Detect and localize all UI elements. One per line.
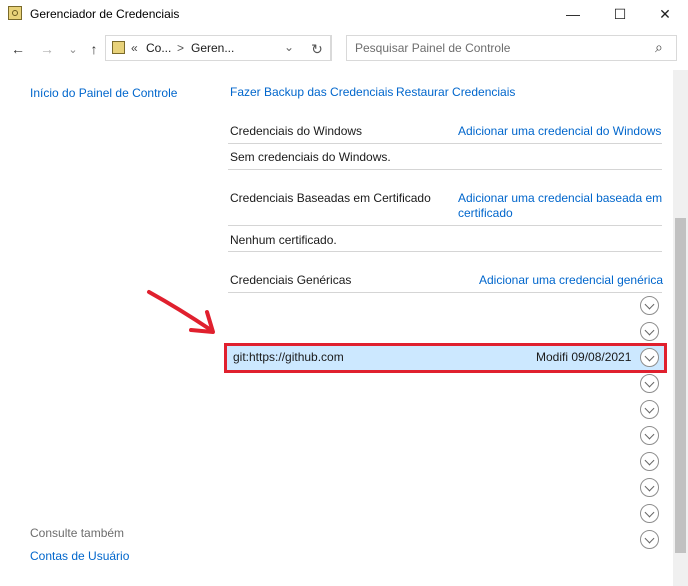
expand-credential-chevron-icon[interactable] xyxy=(640,452,659,471)
section-divider xyxy=(228,143,662,144)
expand-credential-chevron-icon[interactable] xyxy=(640,322,659,341)
minimize-button[interactable]: — xyxy=(550,0,596,28)
annotation-arrow-icon xyxy=(147,290,215,334)
expand-credential-chevron-icon[interactable] xyxy=(640,426,659,445)
control-panel-icon xyxy=(112,41,125,54)
up-arrow-icon[interactable]: ↑ xyxy=(84,38,104,60)
scrollbar-thumb[interactable] xyxy=(675,218,686,553)
expand-credential-chevron-icon[interactable] xyxy=(640,530,659,549)
window-title: Gerenciador de Credenciais xyxy=(30,7,180,21)
sidebar-home-link[interactable]: Início do Painel de Controle xyxy=(30,86,177,100)
generic-credentials-heading: Credenciais Genéricas xyxy=(230,273,352,287)
breadcrumb-overflow[interactable]: « xyxy=(131,41,138,55)
address-divider xyxy=(331,35,332,61)
section-divider xyxy=(228,225,662,226)
section-divider xyxy=(228,251,662,252)
recent-locations-chevron-icon[interactable]: ⌄ xyxy=(63,38,83,60)
title-bar: Gerenciador de Credenciais — ☐ ✕ xyxy=(0,0,688,30)
breadcrumb-separator: > xyxy=(177,41,185,55)
expand-credential-chevron-icon[interactable] xyxy=(640,478,659,497)
add-windows-credential-link[interactable]: Adicionar uma credencial do Windows xyxy=(458,124,661,138)
search-input[interactable] xyxy=(355,40,645,56)
back-arrow-icon[interactable]: ← xyxy=(8,38,28,60)
search-box[interactable]: ⌕ xyxy=(346,35,677,61)
refresh-icon[interactable]: ↻ xyxy=(307,38,327,60)
expand-credential-chevron-icon[interactable] xyxy=(640,296,659,315)
section-divider xyxy=(228,292,662,293)
breadcrumb-credential-manager[interactable]: Geren... xyxy=(191,41,234,55)
breadcrumb-control-panel[interactable]: Co... xyxy=(146,41,171,55)
certificate-credentials-heading: Credenciais Baseadas em Certificado xyxy=(230,191,431,205)
see-also-heading: Consulte também xyxy=(30,526,125,540)
restore-credentials-link[interactable]: Restaurar Credenciais xyxy=(396,85,515,99)
annotation-highlight-box xyxy=(224,343,667,373)
section-divider xyxy=(228,169,662,170)
add-certificate-credential-link-line2[interactable]: certificado xyxy=(458,206,513,220)
expand-credential-chevron-icon[interactable] xyxy=(640,400,659,419)
search-icon[interactable]: ⌕ xyxy=(655,39,663,56)
add-certificate-credential-link[interactable]: Adicionar uma credencial baseada em xyxy=(458,191,662,205)
windows-credentials-heading: Credenciais do Windows xyxy=(230,124,363,138)
maximize-button[interactable]: ☐ xyxy=(597,0,643,28)
forward-arrow-icon[interactable]: → xyxy=(37,38,57,60)
expand-credential-chevron-icon[interactable] xyxy=(640,374,659,393)
user-accounts-link[interactable]: Contas de Usuário xyxy=(30,549,129,563)
address-bar[interactable]: « Co... > Geren... ⌄ xyxy=(105,35,331,61)
add-generic-credential-link[interactable]: Adicionar uma credencial genérica xyxy=(479,273,663,287)
certificate-credentials-empty: Nenhum certificado. xyxy=(230,233,337,247)
backup-credentials-link[interactable]: Fazer Backup das Credenciais xyxy=(230,85,393,99)
windows-credentials-empty: Sem credenciais do Windows. xyxy=(230,150,391,164)
credential-manager-icon xyxy=(8,6,22,20)
expand-credential-chevron-icon[interactable] xyxy=(640,504,659,523)
address-dropdown-chevron-icon[interactable]: ⌄ xyxy=(284,40,294,54)
close-button[interactable]: ✕ xyxy=(642,0,688,28)
